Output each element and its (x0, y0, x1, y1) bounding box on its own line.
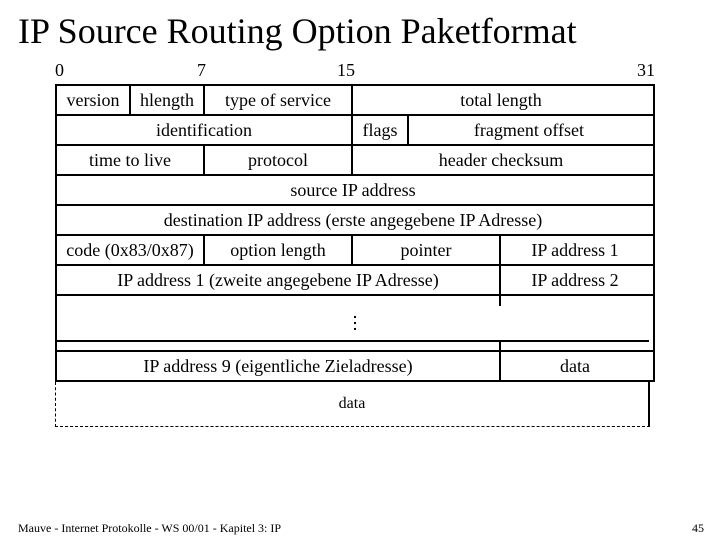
field-source-ip: source IP address (57, 176, 649, 204)
bit-scale: 0 7 15 31 (55, 60, 651, 84)
field-header-checksum: header checksum (353, 146, 649, 174)
field-flags: flags (353, 116, 409, 144)
field-ip-addr-2: IP address 2 (501, 266, 649, 294)
field-option-pointer: pointer (353, 236, 501, 264)
page-title: IP Source Routing Option Paketformat (18, 10, 720, 52)
field-total-length: total length (353, 86, 649, 114)
field-version: version (57, 86, 131, 114)
field-protocol: protocol (205, 146, 353, 174)
field-data-2: data (339, 395, 366, 413)
field-tos: type of service (205, 86, 353, 114)
bit-0: 0 (55, 60, 64, 81)
data-area: data (55, 382, 650, 427)
field-identification: identification (57, 116, 353, 144)
field-ip-addr-1: IP address 1 (501, 236, 649, 264)
packet-diagram: version hlength type of service total le… (55, 84, 655, 382)
bit-15: 15 (337, 60, 355, 81)
field-hlength: hlength (131, 86, 205, 114)
field-ip-addr-1-cont: IP address 1 (zweite angegebene IP Adres… (57, 266, 501, 294)
field-fragment-offset: fragment offset (409, 116, 649, 144)
page-number: 45 (692, 521, 704, 536)
field-dest-ip: destination IP address (erste angegebene… (57, 206, 649, 234)
field-data-1: data (501, 352, 649, 380)
field-ttl: time to live (57, 146, 205, 174)
field-option-code: code (0x83/0x87) (57, 236, 205, 264)
bit-7: 7 (197, 60, 206, 81)
field-ip-addr-9: IP address 9 (eigentliche Zieladresse) (57, 352, 501, 380)
field-option-length: option length (205, 236, 353, 264)
bit-31: 31 (637, 60, 655, 81)
ellipsis (57, 306, 653, 340)
footer-text: Mauve - Internet Protokolle - WS 00/01 -… (18, 521, 281, 536)
